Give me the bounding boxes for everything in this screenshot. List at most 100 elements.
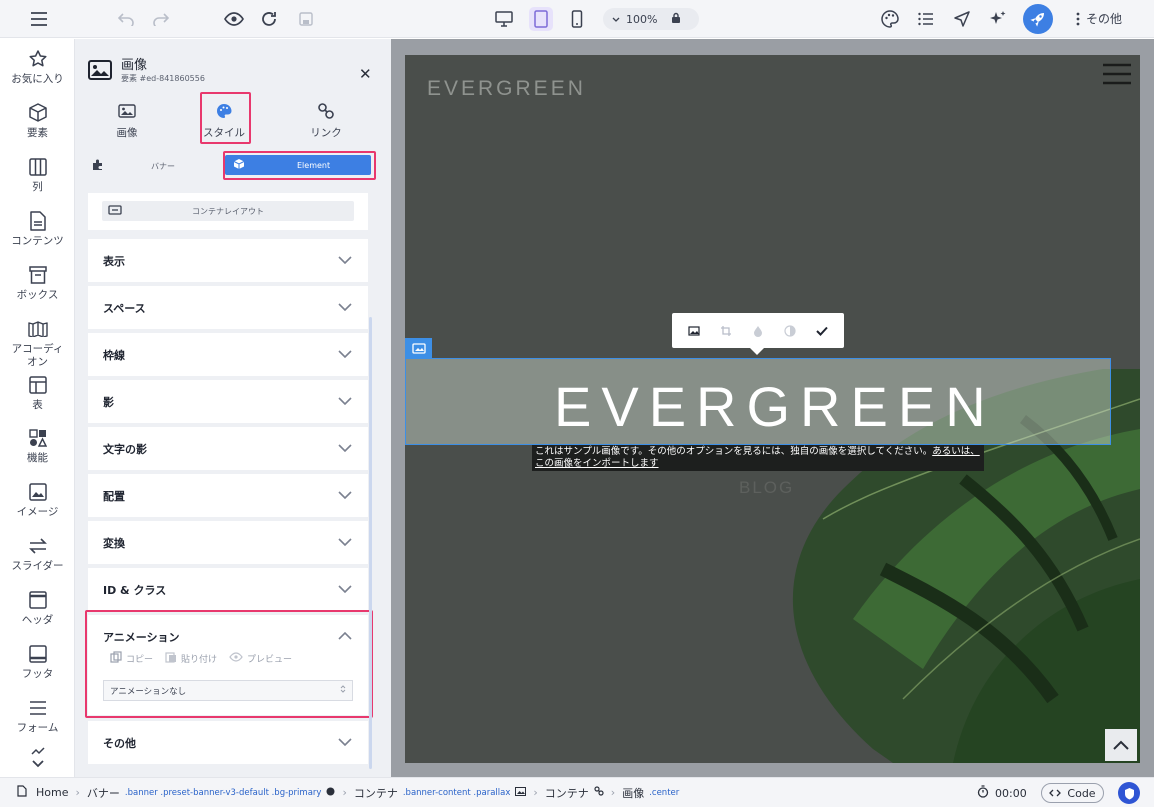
- element-rail: お気に入り 要素 列 コンテンツ ボックス アコーディオン 表 機能 イメージ …: [0, 39, 75, 777]
- cube-icon: [27, 102, 49, 124]
- accordion-label: 枠線: [103, 348, 125, 362]
- rail-label: イメージ: [16, 506, 59, 518]
- accordion-id-class[interactable]: ID & クラス: [88, 568, 368, 611]
- breadcrumb-banner[interactable]: バナー .banner .preset-banner-v3-default .b…: [87, 785, 336, 801]
- zoom-control[interactable]: 100%: [603, 8, 699, 30]
- chevron-down-icon: [338, 583, 352, 596]
- save-icon[interactable]: [294, 7, 318, 31]
- image-icon[interactable]: [686, 323, 702, 339]
- code-button[interactable]: Code: [1041, 783, 1104, 803]
- rail-label: コンテンツ: [11, 235, 64, 247]
- rail-item-slider[interactable]: スライダー: [0, 535, 75, 573]
- image-icon: [27, 481, 49, 503]
- accordion-label: 配置: [103, 489, 125, 503]
- rail-label: ボックス: [16, 289, 59, 301]
- rail-item-favorites[interactable]: お気に入り: [0, 48, 75, 86]
- site-logo[interactable]: EVERGREEN: [427, 77, 586, 101]
- breadcrumb-container-2[interactable]: コンテナ: [545, 785, 604, 801]
- puzzle-icon: [92, 159, 104, 173]
- undo-icon[interactable]: [114, 7, 138, 31]
- contrast-icon[interactable]: [782, 323, 798, 339]
- rail-item-header[interactable]: ヘッダ: [0, 589, 75, 627]
- accordion-alignment[interactable]: 配置: [88, 474, 368, 517]
- accordion-text-shadow[interactable]: 文字の影: [88, 427, 368, 470]
- highlight-style-tab: [200, 92, 251, 144]
- rail-label: ヘッダ: [21, 614, 54, 626]
- shapes-icon: [27, 427, 49, 449]
- accordion-border[interactable]: 枠線: [88, 333, 368, 376]
- breadcrumb-home[interactable]: Home: [17, 785, 68, 800]
- rail-item-features[interactable]: 機能: [0, 427, 75, 465]
- preview-eye-icon[interactable]: [222, 7, 246, 31]
- panel-scrollbar[interactable]: [369, 317, 372, 769]
- page-icon: [17, 785, 27, 800]
- sample-image-notice: これはサンプル画像です。その他のオプションを見るには、独自の画像を選択してくださ…: [532, 445, 984, 471]
- container-layout-label: コンテナレイアウト: [192, 206, 264, 216]
- rail-item-box[interactable]: ボックス: [0, 264, 75, 302]
- accordion-transform[interactable]: 変換: [88, 521, 368, 564]
- timer-value: 00:00: [995, 786, 1027, 800]
- desktop-view-icon[interactable]: [492, 7, 516, 31]
- header-icon: [27, 589, 49, 611]
- hamburger-menu-icon[interactable]: [1103, 63, 1131, 89]
- tablet-view-icon[interactable]: [529, 7, 553, 31]
- rail-item-elements[interactable]: 要素: [0, 102, 75, 140]
- chevron-down-icon: [338, 301, 352, 314]
- more-menu-button[interactable]: その他: [1076, 10, 1122, 27]
- list-icon[interactable]: [914, 7, 938, 31]
- security-shield-icon[interactable]: [1118, 782, 1140, 804]
- accordion-icon: [27, 318, 49, 340]
- refresh-icon[interactable]: [257, 7, 281, 31]
- form-icon: [27, 697, 49, 719]
- check-icon[interactable]: [814, 323, 830, 339]
- breadcrumb-classes: .center: [649, 787, 680, 798]
- scroll-to-top-button[interactable]: [1105, 729, 1137, 761]
- image-icon: [88, 60, 112, 84]
- breadcrumb-container-1[interactable]: コンテナ .banner-content .parallax: [354, 785, 527, 801]
- stopwatch-icon: [977, 785, 989, 801]
- rail-scroll-more[interactable]: [0, 747, 75, 772]
- star-icon: [27, 48, 49, 70]
- close-icon[interactable]: ✕: [359, 65, 372, 83]
- chevron-up-icon: [1113, 740, 1129, 750]
- accordion-other[interactable]: その他: [88, 721, 368, 764]
- rail-item-contents[interactable]: コンテンツ: [0, 210, 75, 248]
- crop-icon[interactable]: [718, 323, 734, 339]
- columns-icon: [27, 156, 49, 178]
- rail-item-footer[interactable]: フッタ: [0, 643, 75, 681]
- menu-icon[interactable]: [27, 7, 51, 31]
- accordion-display[interactable]: 表示: [88, 239, 368, 282]
- rail-item-form[interactable]: フォーム: [0, 697, 75, 735]
- lock-icon[interactable]: [671, 12, 681, 27]
- redo-icon[interactable]: [149, 7, 173, 31]
- accordion-label: その他: [103, 736, 136, 750]
- palette-icon[interactable]: [878, 7, 902, 31]
- rail-item-accordion[interactable]: アコーディオン: [0, 318, 75, 369]
- accordion-space[interactable]: スペース: [88, 286, 368, 329]
- tab-image[interactable]: 画像: [97, 100, 157, 140]
- tab-link[interactable]: リンク: [296, 100, 356, 140]
- breadcrumb-separator-icon: ›: [533, 786, 538, 799]
- chevron-down-icon: [338, 536, 352, 549]
- chevron-down-icon: [338, 395, 352, 408]
- mobile-view-icon[interactable]: [565, 7, 589, 31]
- rail-item-columns[interactable]: 列: [0, 156, 75, 194]
- container-layout-button[interactable]: コンテナレイアウト: [102, 201, 354, 221]
- color-drop-icon[interactable]: [750, 323, 766, 339]
- rocket-icon: [1030, 13, 1044, 27]
- navigate-arrow-icon[interactable]: [950, 7, 974, 31]
- accordion-shadow[interactable]: 影: [88, 380, 368, 423]
- document-icon: [27, 210, 49, 232]
- footer-icon: [27, 643, 49, 665]
- ai-sparkle-icon[interactable]: [986, 7, 1010, 31]
- rail-item-table[interactable]: 表: [0, 374, 75, 412]
- segment-banner[interactable]: バナー: [92, 156, 218, 176]
- breadcrumb-image[interactable]: 画像 .center: [622, 785, 679, 801]
- chevron-down-icon: [338, 736, 352, 749]
- layout-icon: [108, 205, 122, 217]
- publish-rocket-button[interactable]: [1023, 4, 1053, 34]
- rail-item-image[interactable]: イメージ: [0, 481, 75, 519]
- breadcrumb-home-label: Home: [36, 786, 69, 799]
- rail-label: アコーディオン: [11, 343, 64, 368]
- selected-image-badge-icon[interactable]: [405, 338, 432, 358]
